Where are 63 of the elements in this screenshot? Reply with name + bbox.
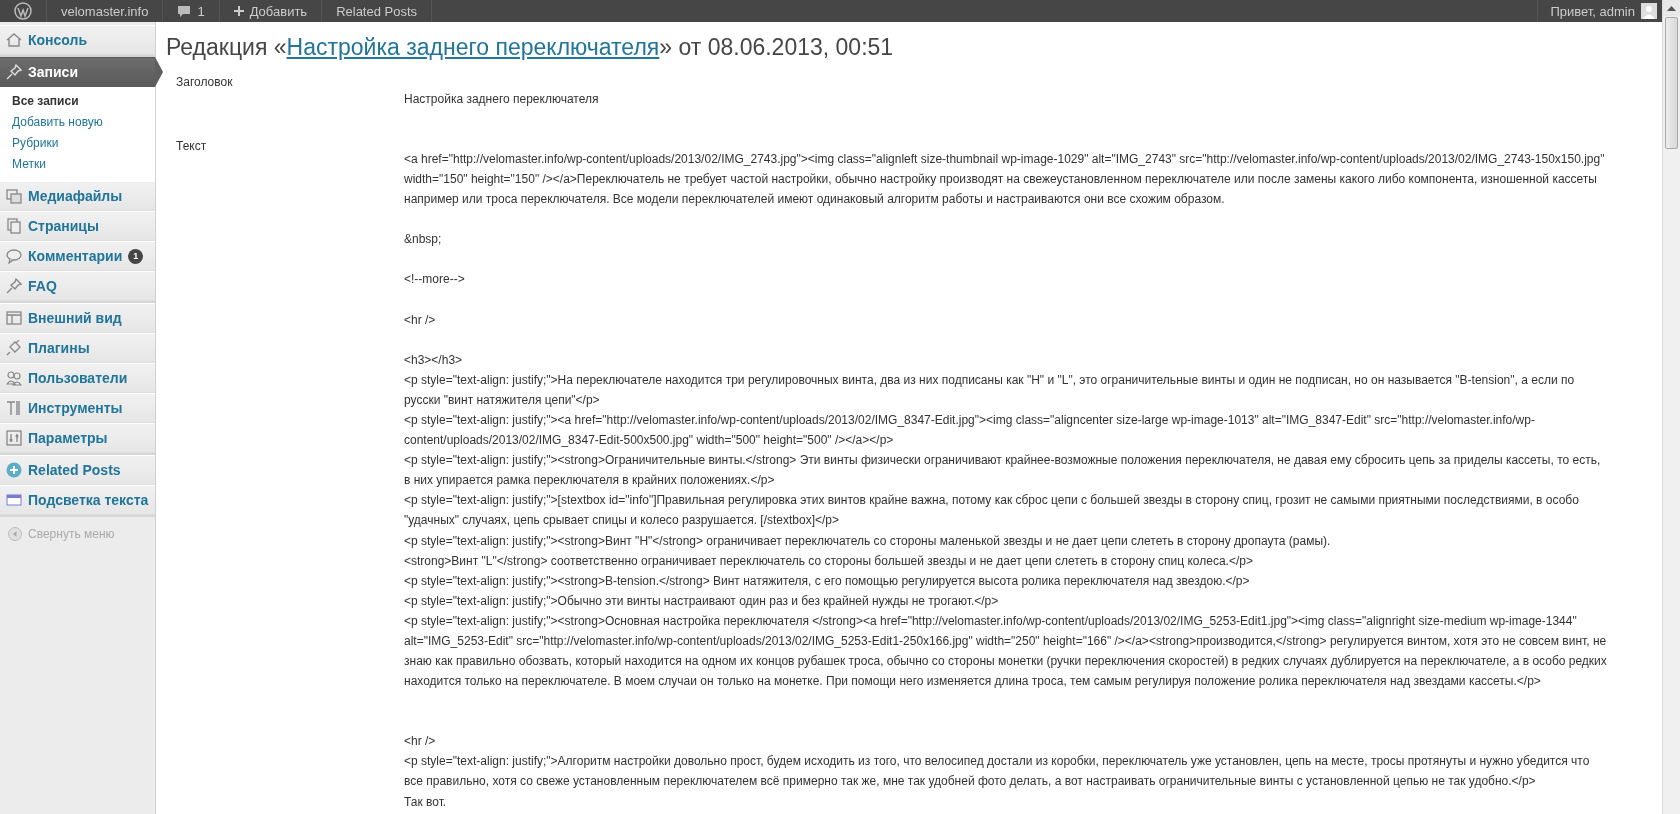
field-label: Заголовок — [175, 75, 234, 91]
menu-item[interactable]: Записи — [0, 57, 155, 87]
page-title: Редакция «Настройка заднего переключателя» от 08.06.2013, 00:51 — [166, 34, 895, 61]
content-line: Так вот. — [404, 793, 448, 811]
submenu-item[interactable]: Добавить новую — [0, 112, 155, 133]
scrollbar[interactable] — [1662, 0, 1680, 814]
count-badge: 1 — [128, 248, 144, 264]
scroll-up-icon[interactable] — [1663, 0, 1680, 16]
media-icon — [6, 188, 22, 204]
submenu-item[interactable]: Все записи — [0, 91, 155, 112]
plus-icon — [233, 6, 244, 16]
content-line: <h3></h3> — [404, 351, 464, 369]
menu-item[interactable]: Внешний вид — [0, 303, 155, 333]
content-line: <!--more--> — [404, 271, 466, 289]
content-line: &nbsp; — [404, 231, 443, 249]
menu-item[interactable]: Консоль — [0, 25, 155, 55]
speech-bubble-icon — [177, 4, 192, 18]
menu-item[interactable]: Комментарии 1 — [0, 241, 155, 271]
content-line: <a href="http://velomaster.info/wp-content/uploads/2013/02/IMG_2743.jpg"><img class="alignleft size-thumbnail wp-image-1029" alt="IMG_2743" src="http://velomaster.info/wp-content/uploads/2013/02/IMG_2743-150x150.jpg" width="150" height="150" /></a>Переключатель не требует частой настройки, обычно настройку производят на свежеустановленном переключателе или после замены какого либо компонента, изношенной кассеты например или троса переключателя. Все модели переключателей имеют одинаковый алгоритм работы и настраиваются они все схожим образом. — [404, 151, 1606, 209]
content-line: <hr /> — [404, 311, 437, 329]
house-icon — [6, 32, 22, 48]
speech-bubble-icon — [6, 248, 22, 264]
menu-item[interactable]: Инструменты — [0, 393, 155, 423]
layout-icon — [6, 310, 22, 326]
menu-item[interactable]: Подсветка текста — [0, 485, 155, 515]
plus-circle-icon — [6, 462, 22, 478]
field-label: Текст — [175, 139, 208, 156]
tools-icon — [6, 400, 22, 416]
sliders-icon — [6, 430, 22, 446]
content-line: <p style="text-align: justify;"><strong>Ограничительные винты.</strong> Эти винты физически ограничивают крайнее-возможные положения переключателя, не давая ему сбросить цепь за приделы кассеты, то есть, в них упирается рамка переключателя в крайних положениях.</p> — [404, 452, 1602, 490]
submenu-item[interactable]: Рубрики — [0, 133, 155, 154]
avatar-icon — [1641, 3, 1657, 19]
content-line: <p style="text-align: justify;"><strong>Винт "H"</strong> ограничивает переключатель со стороны маленькой звезды и не дает цепи слететь в сторону дропаута (рамы). — [404, 532, 1332, 550]
pushpin-icon — [6, 278, 22, 294]
content-line: <hr /> — [404, 733, 437, 751]
comments-link[interactable]: 1 — [163, 0, 220, 22]
menu-item[interactable]: Плагины — [0, 333, 155, 363]
menu-item[interactable]: FAQ — [0, 271, 155, 301]
new-link[interactable]: Добавить — [219, 0, 323, 22]
scroll-thumb[interactable] — [1665, 17, 1678, 149]
pages-icon — [6, 218, 22, 234]
content-line: <strong>Винт "L"</strong> соответственно ограничивает переключатель со стороны большей звезды и не дает цепи слететь в сторону спиц колеса.</p> — [404, 552, 1254, 570]
content-line: <p style="text-align: justify;"><a href="http://velomaster.info/wp-content/uploads/2013/02/IMG_8347-Edit.jpg"><img class="aligncenter size-large wp-image-1013" alt="IMG_8347-Edit" src="http://velomaster.info/wp-content/uploads/2013/02/IMG_8347-Edit-500x500.jpg" width="500" height="500" /></a></p> — [404, 411, 1536, 450]
content-line: <p style="text-align: justify;">Обычно эти винты настраивают один раз и без крайней нужды не трогают.</p> — [404, 592, 1000, 610]
post-link[interactable]: Настройка заднего переключателя — [286, 34, 660, 60]
submenu-item[interactable]: Метки — [0, 154, 155, 175]
pushpin-icon — [6, 64, 22, 80]
window-icon — [6, 492, 22, 508]
menu-item[interactable]: Пользователи — [0, 363, 155, 393]
menu-item[interactable]: Параметры — [0, 423, 155, 453]
content-line: <p style="text-align: justify;">На переключателе находится три регулировочных винта, два из них подписаны как "H" и "L", это ограничительные винты и один не подписан, но он называется "B-tension", а если по русски "винт натяжителя цепи"</p> — [404, 371, 1576, 409]
content-line: <p style="text-align: justify;"><strong>B-tension.</strong> Винт натяжителя, с его помощью регулируется высота ролика переключателя над звездою.</p> — [404, 572, 1251, 590]
related-posts-link[interactable]: Related Posts — [322, 0, 433, 22]
content-line: <p style="text-align: justify;"><strong>Основная настройка переключателя </strong><a href="http://velomaster.info/wp-content/uploads/2013/02/IMG_5253-Edit1.jpg"><img class="alignright size-medium wp-image-1344" alt="IMG_5253-Edit" src="http://velomaster.info/wp-content/uploads/2013/02/IMG_5253-Edit1-250x166.jpg" width="250" height="166" /></a><strong>производится,</strong> регулируется винтом, хотя это не совсем винт, не знаю как правильно обозвать, который находится на одном их концов рубашек троса, обычно со стороны монетки (ручки переключения скоростей) в редких случаях дублируется на переключателе, а в особо редких находится только на переключателе. В моем случаи он только на монетке. При помощи него изменяется длина троса, тем самым регулируя положение ролика переключателя над звездами кассеты.</p> — [404, 612, 1608, 691]
menu-item[interactable]: Медиафайлы — [0, 181, 155, 211]
people-icon — [6, 370, 22, 386]
content-line: <p style="text-align: justify;">Алгоритм настройки довольно прост, будем исходить из того, что велосипед достали из коробки, переключатель уже установлен, цепь на месте, тросы протянуты и нужно убедится что все правильно, хотя со свеже установленным переключателем всё примерно так же, мне так удобней фото делать, а вот настраивать ограничительные винты с установленной цепью не так удобно.</p> — [404, 753, 1591, 791]
plug-icon — [6, 340, 22, 356]
content-line: <p style="text-align: justify;">[stextbox id="info"]Правильная регулировка этих винтов крайне важна, потому как сброс цепи с большей звезды в сторону спиц, грозит не самыми приятными последствиями, в особо "удачных" случаях, цепь срывает спицы и колесо разрушается. [/stextbox]</p> — [404, 492, 1580, 530]
menu-item[interactable]: Related Posts — [0, 455, 155, 485]
current-arrow-icon — [155, 57, 163, 87]
field-value: Настройка заднего переключателя — [404, 91, 600, 108]
menu-item[interactable]: Страницы — [0, 211, 155, 241]
